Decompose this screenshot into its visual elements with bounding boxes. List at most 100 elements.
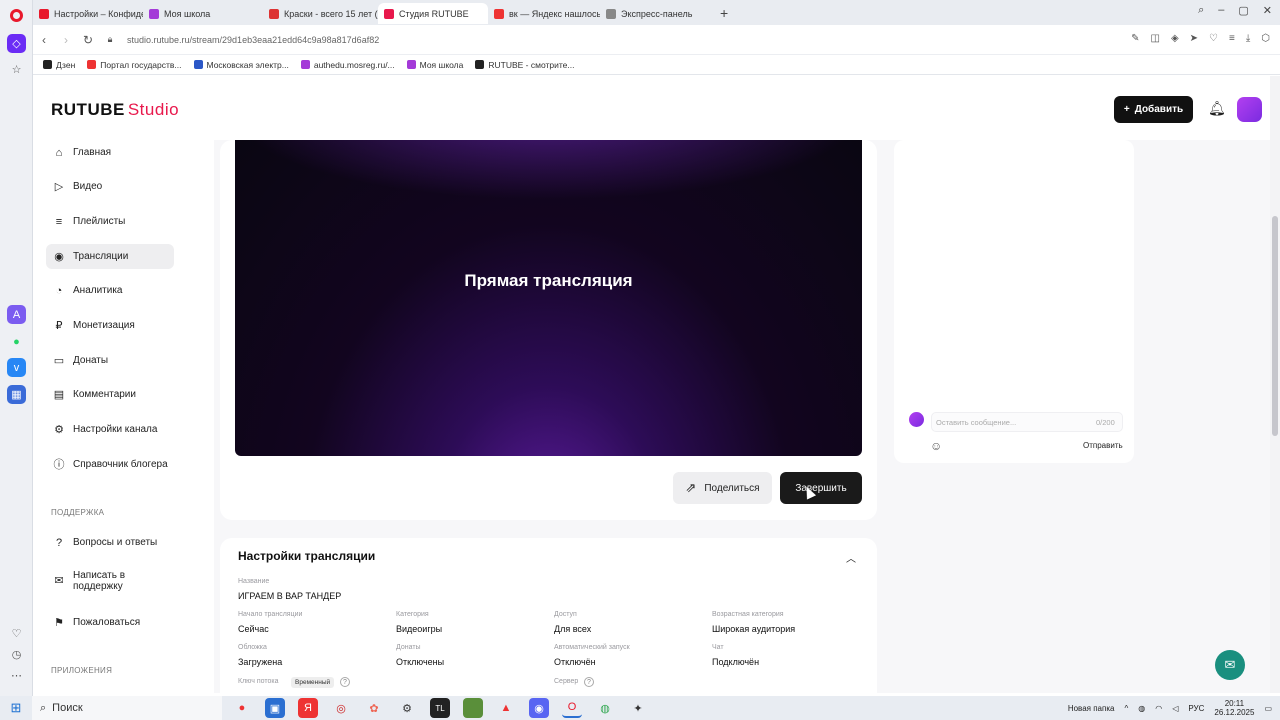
app-icon[interactable]: ✿ <box>364 698 384 718</box>
sidebar-item-label: Настройки канала <box>73 424 158 435</box>
notifications-bell-icon[interactable]: 🔔︎ <box>1208 100 1226 117</box>
sidebar-item-channel-settings[interactable]: ⚙ Настройки канала <box>46 417 174 442</box>
help-icon[interactable]: ? <box>584 677 594 687</box>
opera-gx-icon[interactable]: ◎ <box>331 698 351 718</box>
sidebar-item-video[interactable]: ▷ Видео <box>46 174 174 199</box>
close-icon[interactable]: ✕ <box>1263 4 1272 17</box>
chevron-up-icon[interactable]: ^ <box>1124 704 1128 713</box>
calendar-icon[interactable]: ▦ <box>7 385 26 404</box>
extensions-icon[interactable]: ⬡ <box>1261 33 1270 44</box>
bookmark-item[interactable]: RUTUBE - смотрите... <box>475 60 575 70</box>
tlauncher-icon[interactable]: TL <box>430 698 450 718</box>
page-scrollbar[interactable] <box>1270 76 1280 693</box>
opera-logo-icon[interactable] <box>10 9 23 22</box>
add-button-label: Добавить <box>1134 104 1184 115</box>
tab-favicon-icon <box>384 8 394 19</box>
tab-speed-dial[interactable]: Экспресс-панель <box>600 3 710 24</box>
sidebar-item-monetization[interactable]: ₽ Монетизация <box>46 313 174 338</box>
tab-rutube-studio[interactable]: Студия RUTUBE <box>378 3 488 24</box>
language-indicator[interactable]: РУС <box>1188 704 1204 713</box>
finish-stream-button[interactable]: Завершить <box>780 472 862 504</box>
sidebar-item-label: Вопросы и ответы <box>73 537 158 548</box>
sidebar-item-streams[interactable]: ◉ Трансляции <box>46 244 174 269</box>
broadcast-icon: ◉ <box>54 250 64 263</box>
game-icon[interactable]: ▲ <box>496 698 516 718</box>
yandex-browser-icon[interactable]: ● <box>232 698 252 718</box>
menu-icon[interactable]: ≡ <box>1229 33 1235 44</box>
vk-icon[interactable]: v <box>7 358 26 377</box>
back-icon[interactable]: ‹ <box>33 33 55 47</box>
add-button[interactable]: + Добавить <box>1114 96 1193 123</box>
heart-icon[interactable]: ♡ <box>7 624 26 643</box>
forward-icon[interactable]: › <box>55 33 77 47</box>
emoji-icon[interactable]: ☺ <box>930 439 942 453</box>
bookmark-star-icon[interactable]: ☆ <box>7 60 26 79</box>
discord-icon[interactable]: ◉ <box>529 698 549 718</box>
sidebar-item-analytics[interactable]: ◔ Аналитика <box>46 278 174 303</box>
url-field[interactable]: studio.rutube.ru/stream/29d1eb3eaa21edd6… <box>127 35 379 45</box>
shield-icon[interactable]: ◈ <box>1171 33 1179 44</box>
sidebar-item-report[interactable]: ⚑ Пожаловаться <box>46 610 174 635</box>
sidebar-item-blogger-guide[interactable]: ⓘ Справочник блогера <box>46 452 174 477</box>
video-player[interactable]: Прямая трансляция <box>235 140 862 456</box>
lock-icon[interactable]: 🔒︎ <box>99 34 121 45</box>
tab-yandex[interactable]: вк — Яндекс нашлось 1 <box>488 3 600 24</box>
download-icon[interactable]: ⤓ <box>1246 33 1250 44</box>
volume-icon[interactable]: ◁ <box>1172 704 1178 713</box>
new-tab-button[interactable]: + <box>710 5 738 21</box>
chevron-up-icon[interactable]: ︿ <box>846 550 856 565</box>
app-icon[interactable]: A <box>7 305 26 324</box>
support-chat-icon[interactable]: ✉ <box>1215 650 1245 680</box>
bookmark-item[interactable]: Московская электр... <box>193 60 289 70</box>
minimize-icon[interactable]: – <box>1218 4 1224 17</box>
wifi-icon[interactable]: ◠ <box>1155 704 1162 713</box>
chrome-icon[interactable]: ◍ <box>595 698 615 718</box>
rutube-studio-logo[interactable]: RUTUBE Studio <box>51 100 179 120</box>
edit-icon[interactable]: ✎ <box>1131 33 1139 44</box>
bookmark-item[interactable]: Портал государств... <box>87 60 182 70</box>
help-icon[interactable]: ? <box>340 677 350 687</box>
notifications-icon[interactable]: ▭ <box>1264 704 1272 713</box>
whatsapp-icon[interactable]: ● <box>7 332 26 351</box>
bookmark-item[interactable]: Дзен <box>43 60 75 70</box>
taskbar-folder-label[interactable]: Новая папка <box>1068 704 1115 713</box>
share-button[interactable]: ⇗ Поделиться <box>673 472 772 504</box>
history-icon[interactable]: ◷ <box>7 645 26 664</box>
minecraft-icon[interactable] <box>463 698 483 718</box>
tab-school[interactable]: Моя школа <box>143 3 263 24</box>
bookmark-item[interactable]: Моя школа <box>406 60 463 70</box>
yandex-icon[interactable]: Я <box>298 698 318 718</box>
opera-icon[interactable]: O <box>562 698 582 718</box>
windows-start-icon[interactable]: ⊞ <box>0 700 32 716</box>
network-icon[interactable]: ◍ <box>1138 704 1145 713</box>
tab-favicon-icon <box>39 8 49 19</box>
sidebar-item-contact-support[interactable]: ✉ Написать в поддержку <box>46 564 174 598</box>
send-message-button[interactable]: Отправить <box>1083 441 1123 450</box>
file-manager-icon[interactable]: ▣ <box>265 698 285 718</box>
bookmark-label: authedu.mosreg.ru/... <box>313 59 395 70</box>
clock[interactable]: 20:11 26.12.2025 <box>1214 699 1254 717</box>
tab-music[interactable]: Краски - всего 15 лет (Н <box>263 3 378 24</box>
sidebar-item-donations[interactable]: ▭ Донаты <box>46 348 174 373</box>
tab-settings[interactable]: Настройки – Конфиденц <box>33 3 143 24</box>
sidebar-item-comments[interactable]: ▤ Комментарии <box>46 382 174 407</box>
maximize-icon[interactable]: ▢ <box>1238 4 1248 17</box>
avatar[interactable] <box>1237 97 1262 122</box>
sidebar-item-home[interactable]: ⌂ Главная <box>46 140 174 165</box>
sidebar-item-playlists[interactable]: ≡ Плейлисты <box>46 209 174 234</box>
stream-key-label: Ключ потока <box>238 678 279 685</box>
camera-icon[interactable]: ◫ <box>1150 33 1159 44</box>
search-tabs-icon[interactable]: ⌕ <box>1198 4 1204 17</box>
heart-icon[interactable]: ♡ <box>1209 33 1218 44</box>
aria-icon[interactable]: ◇ <box>7 34 26 53</box>
app-icon[interactable]: ✦ <box>628 698 648 718</box>
bookmark-item[interactable]: authedu.mosreg.ru/... <box>300 59 395 70</box>
settings-icon[interactable]: ⚙ <box>397 698 417 718</box>
sidebar-item-faq[interactable]: ? Вопросы и ответы <box>46 530 174 555</box>
more-icon[interactable]: ⋯ <box>7 666 26 685</box>
taskbar-search[interactable]: ⌕ Поиск <box>32 696 222 720</box>
bookmark-favicon-icon <box>43 60 52 69</box>
send-icon[interactable]: ➤ <box>1190 33 1198 44</box>
scrollbar-thumb[interactable] <box>1272 216 1278 436</box>
reload-icon[interactable]: ↻ <box>77 33 99 47</box>
